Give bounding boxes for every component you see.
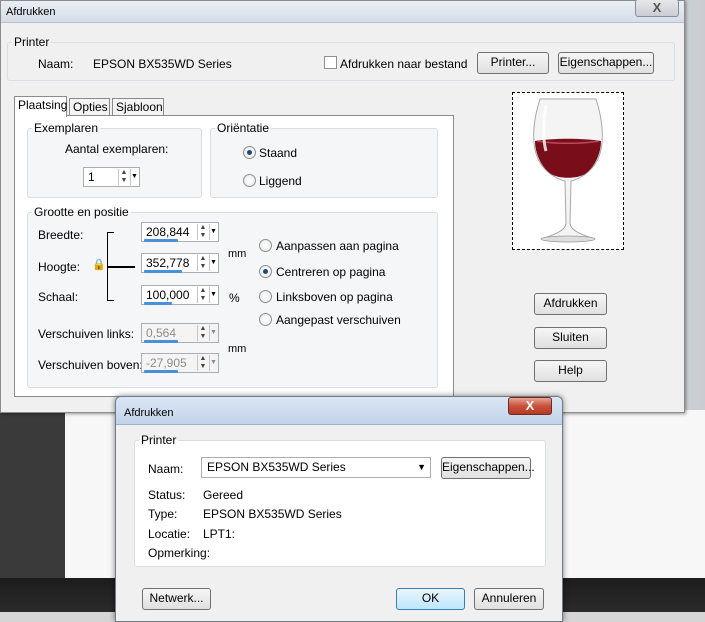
mm-unit-label-2: mm (228, 343, 247, 355)
dropdown-arrow-icon[interactable]: ▼ (209, 255, 217, 271)
chevron-down-icon[interactable]: ▼ (417, 458, 426, 477)
window-title: Afdrukken (6, 6, 56, 18)
cancel-button[interactable]: Annuleren (474, 588, 544, 610)
properties-button[interactable]: Eigenschappen... (558, 52, 654, 74)
fit-page-radio[interactable] (259, 239, 272, 252)
location-label: Locatie: (148, 527, 191, 541)
type-label: Type: (148, 507, 178, 521)
center-page-radio[interactable] (259, 265, 272, 278)
print-button[interactable]: Afdrukken (534, 293, 607, 315)
height-value: 352,778 (146, 256, 190, 270)
custom-shift-radio[interactable] (259, 313, 272, 326)
fit-page-label: Aanpassen aan pagina (276, 239, 399, 253)
dropdown-arrow-icon[interactable]: ▼ (209, 224, 217, 240)
spin-arrows-icon[interactable]: ▲ ▼ (118, 169, 129, 185)
comment-label: Opmerking: (148, 546, 211, 560)
type-value: EPSON BX535WD Series (203, 507, 342, 521)
dialog-properties-button[interactable]: Eigenschappen... (441, 457, 535, 479)
top-left-radio[interactable] (259, 290, 272, 303)
custom-shift-label: Aangepast verschuiven (276, 313, 401, 327)
portrait-radio[interactable] (243, 146, 256, 159)
status-value: Gereed (203, 488, 244, 502)
wine-glass-image (533, 98, 603, 243)
height-input[interactable]: 352,778 ▲ ▼ ▼ (141, 253, 219, 273)
printer-select[interactable]: EPSON BX535WD Series ▼ (201, 457, 431, 478)
height-underline (144, 270, 182, 273)
location-value: LPT1: (203, 527, 236, 541)
dropdown-arrow-icon[interactable]: ▼ (130, 169, 138, 185)
shift-left-label: Verschuiven links: (38, 327, 135, 341)
center-page-label: Centreren op pagina (276, 265, 386, 279)
spin-arrows-icon[interactable]: ▲ ▼ (197, 255, 208, 271)
spin-arrows-icon[interactable]: ▲ ▼ (197, 287, 208, 303)
close-icon[interactable]: X (635, 0, 679, 17)
lock-icon[interactable]: 🔒 (92, 258, 106, 271)
copies-count-value: 1 (88, 170, 95, 184)
close-button[interactable]: Sluiten (534, 327, 607, 349)
print-to-file-checkbox[interactable] (324, 56, 337, 69)
print-window: Afdrukken X Printer Naam: EPSON BX535WD … (0, 0, 685, 413)
shift-top-input[interactable]: -27,905 ▲ ▼ ▼ (141, 353, 219, 373)
copies-legend: Exemplaren (34, 121, 99, 135)
size-position-legend: Grootte en positie (34, 205, 129, 219)
help-button[interactable]: Help (534, 360, 607, 382)
spin-arrows-icon[interactable]: ▲ ▼ (197, 325, 208, 341)
ok-button[interactable]: OK (396, 588, 465, 610)
landscape-radio[interactable] (243, 174, 256, 187)
shift-top-label: Verschuiven boven: (38, 358, 143, 372)
printer-button[interactable]: Printer... (477, 52, 549, 74)
dropdown-arrow-icon[interactable]: ▼ (209, 325, 217, 341)
shift-top-underline (144, 370, 178, 373)
shift-left-underline (144, 340, 178, 343)
printer-select-value: EPSON BX535WD Series (207, 460, 346, 474)
portrait-label: Staand (259, 146, 298, 160)
close-icon[interactable]: X (508, 397, 552, 415)
printer-legend: Printer (14, 35, 50, 49)
printer-name-label: Naam: (38, 57, 74, 71)
width-value: 208,844 (146, 225, 190, 239)
dialog-printer-legend: Printer (141, 433, 177, 447)
width-input[interactable]: 208,844 ▲ ▼ ▼ (141, 222, 219, 242)
dropdown-arrow-icon[interactable]: ▼ (209, 355, 217, 371)
scale-input[interactable]: 100,000 ▲ ▼ ▼ (141, 285, 219, 305)
tab-plaatsing[interactable]: Plaatsing (14, 96, 67, 117)
print-preview (512, 92, 624, 250)
printer-name-value: EPSON BX535WD Series (93, 57, 232, 71)
mm-unit-label: mm (228, 248, 247, 260)
width-underline (144, 239, 178, 242)
spin-arrows-icon[interactable]: ▲ ▼ (197, 355, 208, 371)
print-dialog-titlebar: Afdrukken X (116, 397, 562, 425)
shift-top-value: -27,905 (146, 356, 187, 370)
print-dialog: Afdrukken X Printer Naam: EPSON BX535WD … (115, 396, 563, 622)
percent-unit-label: % (229, 291, 240, 305)
print-window-titlebar: Afdrukken X (1, 0, 684, 23)
print-to-file-label: Afdrukken naar bestand (340, 57, 468, 71)
spin-arrows-icon[interactable]: ▲ ▼ (197, 224, 208, 240)
shift-left-value: 0,564 (146, 326, 177, 340)
width-label: Breedte: (38, 228, 84, 242)
network-button[interactable]: Netwerk... (142, 588, 211, 610)
dropdown-arrow-icon[interactable]: ▼ (209, 287, 217, 303)
top-left-label: Linksboven op pagina (276, 290, 393, 304)
copies-count-input[interactable]: 1 ▲ ▼ ▼ (83, 167, 140, 187)
status-label: Status: (148, 488, 186, 502)
dialog-name-label: Naam: (148, 462, 184, 476)
orientation-group: Oriëntatie (210, 121, 438, 198)
scale-value: 100,000 (146, 288, 190, 302)
landscape-label: Liggend (259, 174, 302, 188)
link-bracket-tick (107, 266, 135, 268)
dialog-title: Afdrukken (124, 407, 174, 419)
scale-underline (144, 302, 172, 305)
shift-left-input[interactable]: 0,564 ▲ ▼ ▼ (141, 323, 219, 343)
height-label: Hoogte: (38, 260, 81, 274)
orientation-legend: Oriëntatie (217, 121, 270, 135)
scale-label: Schaal: (38, 290, 79, 304)
copies-count-label: Aantal exemplaren: (65, 142, 169, 156)
